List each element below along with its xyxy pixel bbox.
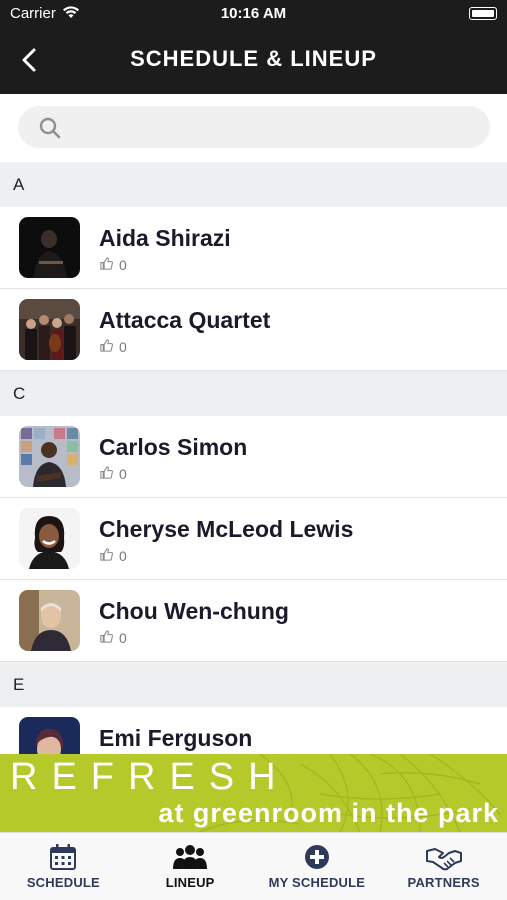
banner-headline: REFRESH <box>10 756 290 798</box>
banner-tagline: at greenroom in the park <box>158 798 499 828</box>
tab-label: SCHEDULE <box>26 875 100 890</box>
artist-name: Cheryse McLeod Lewis <box>99 516 354 542</box>
artist-name: Attacca Quartet <box>99 307 271 333</box>
clock: 10:16 AM <box>220 5 287 22</box>
tab-partners[interactable]: PARTNERS <box>380 833 507 900</box>
battery-icon <box>469 7 497 20</box>
like-count[interactable]: 0 <box>99 338 127 356</box>
thumbs-up-icon <box>99 547 119 565</box>
avatar <box>19 717 80 754</box>
search-bar <box>0 94 507 162</box>
nav-bar: SCHEDULE & LINEUP <box>0 26 507 94</box>
avatar <box>19 217 80 278</box>
artist-list: A Aida Shirazi 0 Attacca Quartet 0 C Car… <box>0 162 507 754</box>
tab-bar: SCHEDULE LINEUP MY SCHEDULE PARTNERS <box>0 832 507 900</box>
section-header-c: C <box>0 371 507 416</box>
avatar <box>19 299 80 360</box>
section-header-e: E <box>0 662 507 707</box>
handshake-icon <box>380 843 507 873</box>
list-item[interactable]: Emi Ferguson 0 <box>0 707 507 754</box>
tab-schedule[interactable]: SCHEDULE <box>0 833 127 900</box>
list-item[interactable]: Attacca Quartet 0 <box>0 289 507 371</box>
list-item[interactable]: Cheryse McLeod Lewis 0 <box>0 498 507 580</box>
artist-name: Aida Shirazi <box>99 225 231 251</box>
tab-label: LINEUP <box>165 875 215 890</box>
like-count-value: 0 <box>119 548 127 564</box>
thumbs-up-icon <box>99 465 119 483</box>
like-count[interactable]: 0 <box>99 465 127 483</box>
tab-label: MY SCHEDULE <box>268 875 366 890</box>
page-title: SCHEDULE & LINEUP <box>130 46 377 71</box>
promo-banner[interactable]: REFRESH at greenroom in the park <box>0 754 507 832</box>
list-item[interactable]: Chou Wen-chung 0 <box>0 580 507 662</box>
calendar-icon <box>0 843 127 873</box>
like-count-value: 0 <box>119 257 127 273</box>
search-input[interactable] <box>74 106 474 148</box>
status-bar: Carrier 10:16 AM <box>0 0 507 26</box>
thumbs-up-icon <box>99 338 119 356</box>
artist-name: Emi Ferguson <box>99 725 253 751</box>
plus-circle-icon <box>254 843 381 873</box>
artist-name: Carlos Simon <box>99 434 248 460</box>
thumbs-up-icon <box>99 256 119 274</box>
like-count-value: 0 <box>119 466 127 482</box>
list-item[interactable]: Aida Shirazi 0 <box>0 207 507 289</box>
tab-label: PARTNERS <box>407 875 480 890</box>
thumbs-up-icon <box>99 629 119 647</box>
people-icon <box>127 843 254 873</box>
avatar <box>19 426 80 487</box>
list-item[interactable]: Carlos Simon 0 <box>0 416 507 498</box>
search-box[interactable] <box>18 106 490 148</box>
avatar <box>19 508 80 569</box>
like-count-value: 0 <box>119 630 127 646</box>
search-icon <box>38 116 62 145</box>
like-count-value: 0 <box>119 339 127 355</box>
tab-lineup[interactable]: LINEUP <box>127 833 254 900</box>
artist-name: Chou Wen-chung <box>99 598 289 624</box>
section-header-a: A <box>0 162 507 207</box>
like-count[interactable]: 0 <box>99 629 127 647</box>
tab-my-schedule[interactable]: MY SCHEDULE <box>254 833 381 900</box>
like-count[interactable]: 0 <box>99 256 127 274</box>
like-count[interactable]: 0 <box>99 547 127 565</box>
avatar <box>19 590 80 651</box>
